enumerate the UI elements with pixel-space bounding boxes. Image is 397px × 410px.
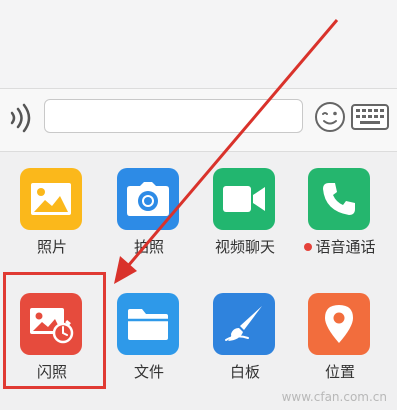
camera-tile (117, 168, 179, 230)
keyboard-button[interactable] (351, 104, 389, 130)
app-label: 照片 (36, 238, 67, 256)
app-label: 语音通话 (315, 238, 376, 256)
video-tile (213, 168, 275, 230)
app-location[interactable]: 位置 (294, 293, 386, 381)
folder-tile (117, 293, 179, 355)
app-photo[interactable]: 照片 (6, 168, 98, 258)
highlight-box (3, 272, 106, 389)
unread-badge (304, 242, 313, 251)
whiteboard-brush-icon (225, 306, 262, 341)
voice-button[interactable] (6, 98, 36, 138)
voice-wave-icon (10, 103, 31, 133)
app-whiteboard[interactable]: 白板 (199, 293, 291, 381)
chat-history-area (0, 0, 397, 88)
app-label-wrap: 语音通话 (284, 236, 396, 257)
photo-icon (31, 183, 71, 215)
keyboard-icon (351, 104, 389, 130)
folder-icon (128, 309, 168, 340)
message-input[interactable] (44, 99, 303, 133)
watermark: www.cfan.com.cn (281, 390, 387, 404)
wink-face-icon (315, 102, 345, 132)
app-file[interactable]: 文件 (103, 293, 195, 381)
whiteboard-tile (213, 293, 275, 355)
location-tile (308, 293, 370, 355)
photo-tile (20, 168, 82, 230)
app-voice-call[interactable]: 语音通话 (294, 168, 386, 258)
phone-tile (308, 168, 370, 230)
app-video-chat[interactable]: 视频聊天 (199, 168, 291, 258)
phone-icon (323, 183, 355, 215)
emoji-button[interactable] (314, 101, 346, 133)
app-camera[interactable]: 拍照 (103, 168, 195, 258)
app-label: 位置 (324, 363, 355, 381)
location-pin-icon (325, 305, 353, 343)
camera-icon (127, 182, 169, 216)
video-camera-icon (223, 186, 265, 212)
